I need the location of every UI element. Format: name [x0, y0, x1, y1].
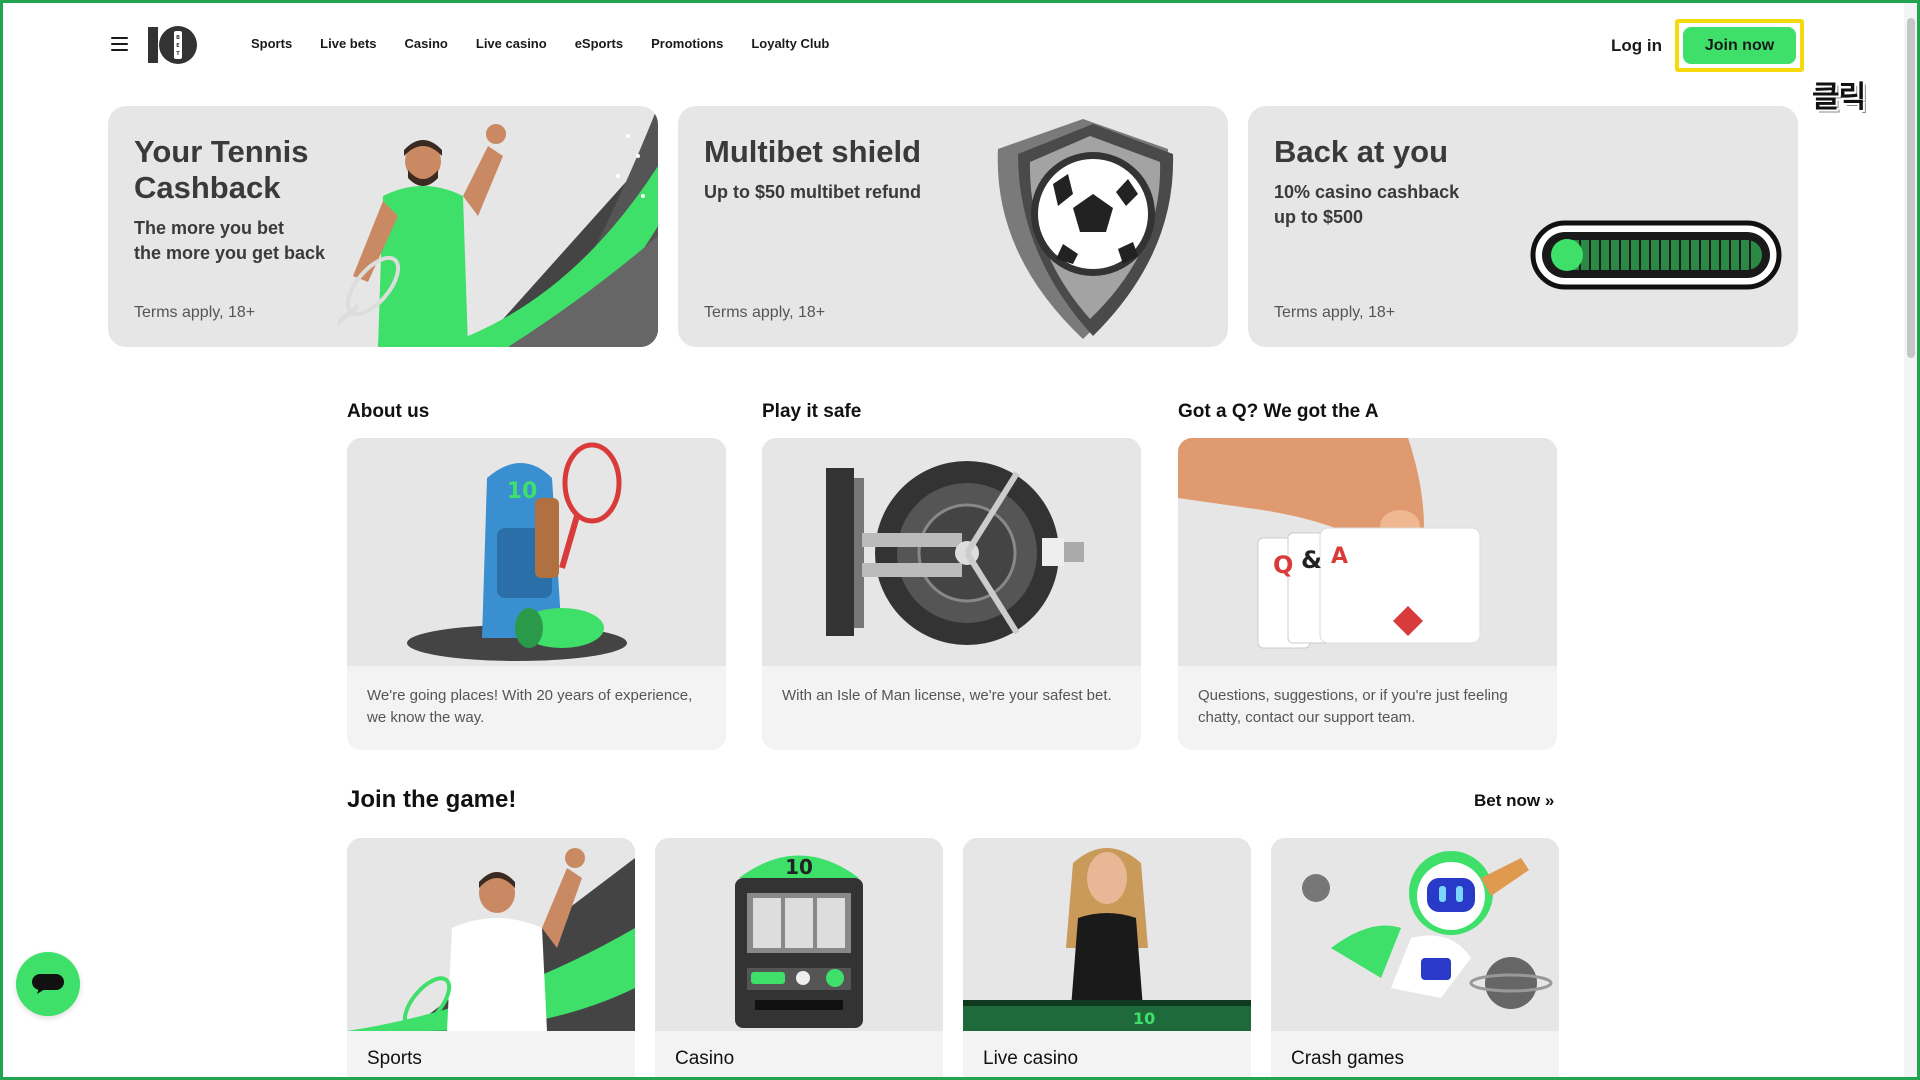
scrollbar-thumb[interactable] — [1907, 18, 1915, 358]
promo-terms: Terms apply, 18+ — [1274, 304, 1396, 321]
nav-live-casino[interactable]: Live casino — [476, 36, 547, 51]
game-card-label: Casino — [675, 1048, 735, 1069]
tennis-player-illustration — [338, 106, 658, 347]
page-scrollbar[interactable] — [1904, 0, 1917, 1080]
about-us-title: About us — [347, 401, 430, 422]
promo-card-multibet-shield[interactable]: Multibet shield Up to $50 multibet refun… — [678, 106, 1228, 347]
bet-now-link[interactable]: Bet now » — [1474, 791, 1554, 811]
nav-live-bets[interactable]: Live bets — [320, 36, 376, 51]
svg-text:&: & — [1301, 546, 1322, 574]
chat-bubble-icon — [32, 974, 64, 994]
svg-text:B: B — [176, 35, 180, 41]
svg-text:10: 10 — [1133, 1009, 1155, 1028]
promo-title: Multibet shield — [704, 134, 921, 169]
promo-card-back-at-you[interactable]: Back at you 10% casino cashback up to $50… — [1248, 106, 1798, 347]
play-it-safe-image — [762, 438, 1141, 666]
promo-subtitle: The more you bet the more you get back — [134, 218, 326, 263]
game-card-casino[interactable]: 10 Casino — [655, 838, 943, 1080]
about-us-description: We're going places! With 20 years of exp… — [367, 687, 693, 726]
game-card-crash-games[interactable]: Crash games — [1271, 838, 1559, 1080]
chat-support-button[interactable] — [16, 952, 80, 1016]
promo-card-tennis-cashback[interactable]: Your Tennis Cashback The more you bet the … — [108, 106, 658, 347]
play-it-safe-description: With an Isle of Man license, we're your … — [782, 687, 1112, 704]
join-now-button[interactable]: Join now — [1683, 27, 1796, 64]
game-card-live-casino[interactable]: 10 Live casino — [963, 838, 1251, 1080]
crash-games-image — [1271, 838, 1559, 1031]
promo-subtitle: 10% casino cashback up to $500 — [1274, 182, 1460, 227]
nav-esports[interactable]: eSports — [575, 36, 623, 51]
promo-title: Back at you — [1274, 134, 1449, 169]
svg-text:A: A — [1331, 544, 1348, 569]
promo-subtitle: Up to $50 multibet refund — [704, 182, 922, 202]
sports-image — [347, 838, 635, 1031]
svg-text:T: T — [176, 51, 180, 57]
join-highlight-box: Join now — [1675, 19, 1804, 72]
top-header: B E T Sports Live bets Casino Live casin… — [0, 0, 1900, 115]
shield-ball-illustration — [997, 119, 1174, 339]
nav-sports[interactable]: Sports — [251, 36, 292, 51]
progress-toggle-illustration — [1530, 220, 1782, 290]
about-us-card[interactable]: 10 We're going places! With 20 years of … — [347, 438, 726, 750]
nav-casino[interactable]: Casino — [405, 36, 448, 51]
faq-description: Questions, suggestions, or if you're jus… — [1198, 687, 1508, 726]
promo-title: Your Tennis Cashback — [134, 134, 309, 205]
nav-promotions[interactable]: Promotions — [651, 36, 723, 51]
hamburger-menu-icon[interactable] — [111, 37, 128, 51]
promo-terms: Terms apply, 18+ — [134, 304, 256, 321]
game-card-label: Live casino — [983, 1048, 1079, 1069]
login-button[interactable]: Log in — [1611, 36, 1662, 56]
play-it-safe-title: Play it safe — [762, 401, 862, 422]
faq-image: Q & A — [1178, 438, 1557, 666]
casino-image: 10 — [655, 838, 943, 1031]
faq-card[interactable]: Q & A Questions, suggestions, or if you'… — [1178, 438, 1557, 750]
click-annotation: 클릭 — [1812, 80, 1866, 115]
double-chevron-right-icon: » — [1544, 791, 1555, 810]
game-card-sports[interactable]: Sports — [347, 838, 635, 1080]
game-card-label: Crash games — [1291, 1048, 1404, 1069]
promo-terms: Terms apply, 18+ — [704, 304, 826, 321]
join-the-game-title: Join the game! — [347, 786, 517, 813]
nav-loyalty-club[interactable]: Loyalty Club — [751, 36, 829, 51]
main-nav: Sports Live bets Casino Live casino eSpo… — [251, 36, 857, 51]
svg-text:Q: Q — [1273, 551, 1293, 579]
faq-title: Got a Q? We got the A — [1178, 401, 1379, 422]
game-card-label: Sports — [367, 1048, 422, 1069]
svg-text:E: E — [176, 43, 180, 49]
about-us-image: 10 — [347, 438, 726, 666]
svg-text:10: 10 — [507, 479, 538, 504]
svg-text:10: 10 — [785, 855, 813, 879]
live-casino-image: 10 — [963, 838, 1251, 1031]
brand-logo[interactable]: B E T — [146, 24, 202, 66]
play-it-safe-card[interactable]: With an Isle of Man license, we're your … — [762, 438, 1141, 750]
